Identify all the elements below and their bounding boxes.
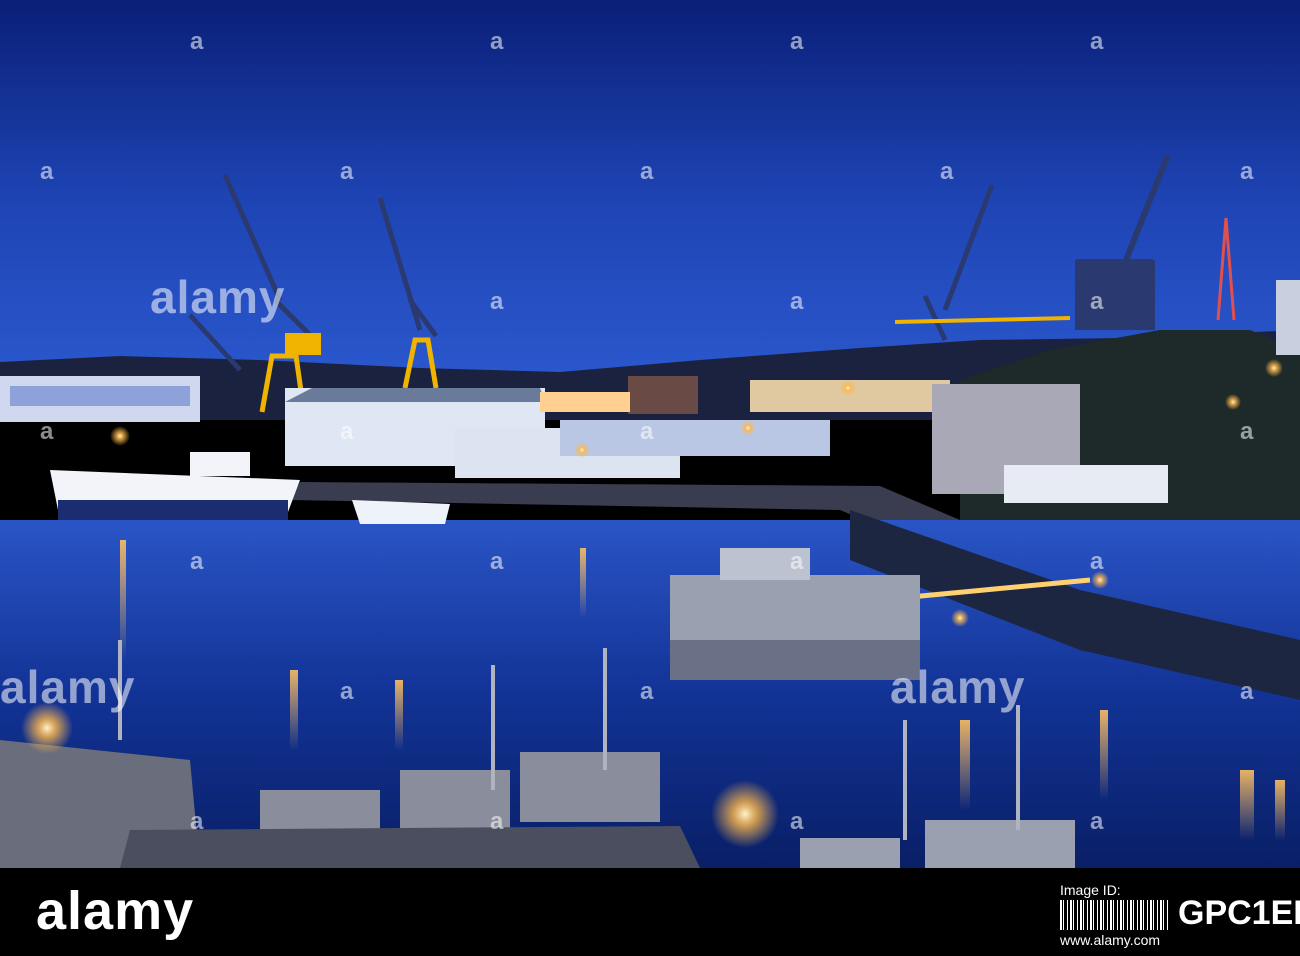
long-shed — [560, 420, 830, 456]
barcode-icon — [1060, 900, 1168, 930]
tower-block — [1276, 280, 1300, 355]
brick-building — [628, 376, 698, 414]
image-id: GPC1EP — [1178, 894, 1300, 932]
building-center-roof — [285, 388, 545, 402]
banner-logo: alamy — [36, 880, 194, 942]
ship-blue-stripe — [58, 500, 288, 520]
low-building — [1004, 465, 1168, 503]
ferry-small — [352, 500, 450, 524]
banner-url: www.alamy.com — [1060, 932, 1161, 948]
stock-banner: alamy Image ID: GPC1EP www.alamy.com — [0, 868, 1300, 956]
image-id-block: Image ID: GPC1EP www.alamy.com — [1060, 882, 1300, 948]
image-id-label: Image ID: — [1060, 882, 1121, 898]
harbor-scene — [0, 0, 1300, 868]
warehouse-left-windows — [10, 386, 190, 406]
photo-frame: alamy alamy alamy a a a a a a a a a a a … — [0, 0, 1300, 956]
harbor-night-photo: alamy alamy alamy a a a a a a a a a a a … — [0, 0, 1300, 868]
ship-bridge — [190, 452, 250, 476]
lit-warehouse — [540, 392, 630, 412]
banner-logo-text: alamy — [36, 881, 195, 941]
crane-left-cab — [285, 333, 321, 355]
crane-right-b-body — [1075, 260, 1155, 330]
